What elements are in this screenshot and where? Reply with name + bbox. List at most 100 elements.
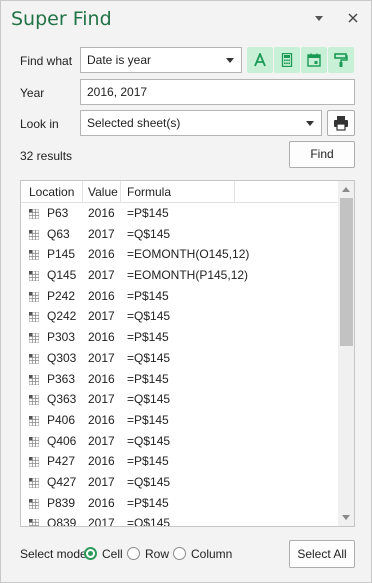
cell-grid-icon [29, 333, 39, 344]
cell-grid-icon [29, 498, 39, 509]
table-row[interactable]: Q303 2017 =Q$145 [21, 348, 339, 369]
table-row[interactable]: Q406 2017 =Q$145 [21, 431, 339, 452]
year-input[interactable]: 2016, 2017 [80, 79, 355, 105]
cell-grid-icon [29, 477, 39, 488]
pane-close-button[interactable] [343, 9, 363, 29]
close-icon [348, 13, 358, 23]
cell-formula: =Q$145 [127, 433, 171, 448]
table-row[interactable]: Q839 2017 =Q$145 [21, 513, 339, 527]
cell-grid-icon [29, 395, 39, 406]
mode-cell-radio[interactable] [84, 547, 97, 560]
mode-row-radio[interactable] [127, 547, 140, 560]
table-row[interactable]: Q427 2017 =Q$145 [21, 472, 339, 493]
cell-value: 2017 [88, 433, 115, 448]
text-search-button[interactable] [247, 47, 273, 73]
cell-grid-icon [29, 374, 39, 385]
cell-grid-icon [29, 353, 39, 364]
column-header-location[interactable]: Location [29, 181, 74, 203]
text-icon [254, 53, 266, 67]
cell-location: Q145 [47, 268, 77, 283]
cell-grid-icon [29, 457, 39, 468]
dropdown-triangle-icon [315, 16, 323, 21]
scrollbar-thumb[interactable] [340, 198, 353, 346]
mode-column-label[interactable]: Column [191, 547, 232, 561]
cell-grid-icon [29, 291, 39, 302]
table-row[interactable]: P303 2016 =P$145 [21, 327, 339, 348]
table-row[interactable]: P145 2016 =EOMONTH(O145,12) [21, 244, 339, 265]
table-row[interactable]: P363 2016 =P$145 [21, 369, 339, 390]
cell-formula: =EOMONTH(O145,12) [127, 247, 250, 262]
table-row[interactable]: Q242 2017 =Q$145 [21, 306, 339, 327]
grid-scrollbar[interactable] [338, 181, 354, 526]
cell-value: 2016 [88, 371, 115, 386]
column-header-value[interactable]: Value [88, 181, 118, 203]
cell-grid-icon [29, 519, 39, 526]
chevron-down-icon [306, 121, 314, 126]
date-search-button[interactable] [301, 47, 327, 73]
calendar-icon [307, 53, 321, 67]
find-button[interactable]: Find [289, 141, 355, 168]
select-mode-label: Select mode [20, 547, 87, 561]
table-row[interactable]: P427 2016 =P$145 [21, 451, 339, 472]
table-row[interactable]: Q363 2017 =Q$145 [21, 389, 339, 410]
cell-formula: =Q$145 [127, 226, 171, 241]
cell-formula: =P$145 [127, 495, 169, 510]
find-what-value: Date is year [87, 53, 152, 67]
results-count: 32 results [20, 149, 73, 163]
print-button[interactable] [327, 110, 355, 136]
pane-menu-button[interactable] [309, 9, 329, 29]
mode-column-radio[interactable] [173, 547, 186, 560]
mode-cell-label[interactable]: Cell [102, 547, 123, 561]
cell-formula: =Q$145 [127, 392, 171, 407]
cell-value: 2017 [88, 392, 115, 407]
cell-value: 2016 [88, 247, 115, 262]
cell-location: Q839 [47, 516, 77, 527]
cell-grid-icon [29, 436, 39, 447]
table-row[interactable]: P839 2016 =P$145 [21, 493, 339, 514]
number-search-button[interactable] [274, 47, 300, 73]
year-value: 2016, 2017 [87, 85, 148, 99]
column-divider[interactable] [234, 181, 235, 203]
table-row[interactable]: Q145 2017 =EOMONTH(P145,12) [21, 265, 339, 286]
table-row[interactable]: P63 2016 =P$145 [21, 203, 339, 224]
scroll-down-icon[interactable] [342, 515, 350, 520]
column-divider[interactable] [120, 181, 121, 203]
select-all-button[interactable]: Select All [289, 540, 355, 568]
cell-location: P427 [47, 454, 76, 469]
chevron-down-icon [226, 58, 234, 63]
year-label: Year [20, 86, 45, 100]
cell-location: P63 [47, 206, 69, 220]
results-rows: P63 2016 =P$145 Q63 2017 =Q$145 P145 2016 =EOMON… [21, 203, 339, 527]
scroll-up-icon[interactable] [342, 187, 350, 192]
column-header-formula[interactable]: Formula [127, 181, 171, 203]
cell-location: Q242 [47, 309, 77, 324]
mode-row-label[interactable]: Row [145, 547, 169, 561]
cell-location: P363 [47, 371, 76, 386]
cell-grid-icon [29, 250, 39, 261]
format-painter-icon [334, 53, 348, 67]
cell-formula: =Q$145 [127, 516, 171, 527]
cell-value: 2017 [88, 309, 115, 324]
cell-formula: =P$145 [127, 454, 169, 469]
table-row[interactable]: Q63 2017 =Q$145 [21, 224, 339, 245]
cell-formula: =Q$145 [127, 350, 171, 365]
table-row[interactable]: P406 2016 =P$145 [21, 410, 339, 431]
cell-location: Q406 [47, 433, 77, 448]
printer-icon [334, 116, 348, 131]
cell-formula: =P$145 [127, 330, 169, 345]
cell-formula: =P$145 [127, 371, 169, 386]
cell-value: 2016 [88, 288, 115, 303]
cell-grid-icon [29, 312, 39, 323]
cell-formula: =P$145 [127, 206, 169, 220]
find-what-label: Find what [20, 54, 73, 68]
cell-formula: =P$145 [127, 288, 169, 303]
column-divider[interactable] [82, 181, 83, 203]
look-in-dropdown[interactable]: Selected sheet(s) [80, 110, 322, 136]
find-what-dropdown[interactable]: Date is year [80, 47, 242, 73]
format-search-button[interactable] [328, 47, 354, 73]
results-grid[interactable]: Location Value Formula P63 2016 =P$145 Q63 2… [20, 180, 355, 527]
table-row[interactable]: P242 2016 =P$145 [21, 286, 339, 307]
calculator-icon [281, 53, 293, 67]
cell-value: 2017 [88, 350, 115, 365]
cell-value: 2017 [88, 474, 115, 489]
